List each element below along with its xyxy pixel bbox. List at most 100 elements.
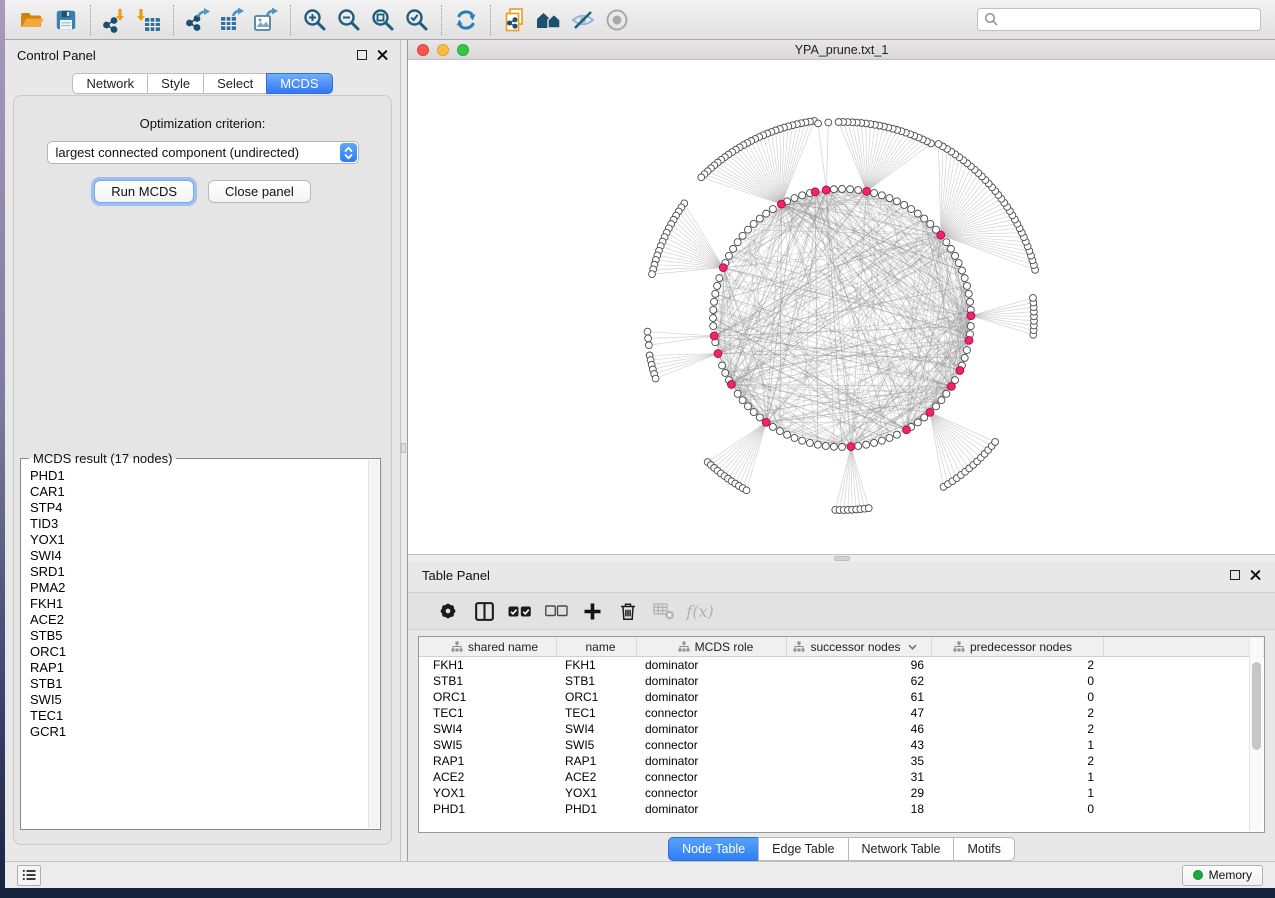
zoom-out-button[interactable] (332, 4, 366, 36)
graph-hub-node[interactable] (926, 408, 934, 416)
graph-node[interactable] (649, 271, 656, 278)
graph-node[interactable] (710, 306, 717, 313)
graph-node[interactable] (961, 354, 968, 361)
graph-node[interactable] (921, 215, 928, 222)
open-button[interactable] (15, 4, 49, 36)
tab-mcds[interactable]: MCDS (266, 73, 332, 94)
graph-node[interactable] (878, 192, 885, 199)
float-panel-icon[interactable] (1230, 570, 1240, 580)
mcds-result-item[interactable]: GCR1 (30, 724, 380, 740)
hide-eye-button[interactable] (566, 4, 600, 36)
graph-node[interactable] (698, 174, 705, 181)
graph-hub-node[interactable] (847, 443, 855, 451)
graph-node[interactable] (756, 215, 763, 222)
graph-node[interactable] (914, 419, 921, 426)
tab-node-table[interactable]: Node Table (668, 837, 759, 861)
memory-button[interactable]: Memory (1182, 865, 1263, 886)
network-home-button[interactable] (532, 4, 566, 36)
delete-column-button[interactable] (610, 596, 646, 626)
graph-node[interactable] (734, 239, 741, 246)
network-canvas[interactable] (408, 60, 1275, 555)
zoom-in-button[interactable] (298, 4, 332, 36)
close-panel-icon[interactable] (1250, 570, 1261, 581)
task-history-button[interactable] (17, 865, 41, 886)
graph-node[interactable] (645, 335, 652, 342)
graph-node[interactable] (744, 403, 751, 410)
graph-node[interactable] (830, 443, 837, 450)
graph-node[interactable] (756, 414, 763, 421)
column-header-name[interactable]: name (557, 637, 637, 656)
horizontal-splitter[interactable] (408, 555, 1275, 562)
mcds-result-item[interactable]: SRD1 (30, 564, 380, 580)
tab-select[interactable]: Select (203, 73, 267, 94)
graph-node[interactable] (806, 439, 813, 446)
graph-hub-node[interactable] (778, 200, 786, 208)
tab-network-table[interactable]: Network Table (848, 837, 955, 861)
graph-hub-node[interactable] (719, 264, 727, 272)
graph-node[interactable] (943, 390, 950, 397)
graph-node[interactable] (743, 487, 750, 494)
graph-node[interactable] (961, 275, 968, 282)
graph-node[interactable] (952, 252, 959, 259)
graph-node[interactable] (722, 369, 729, 376)
graph-node[interactable] (933, 403, 940, 410)
table-row[interactable]: RAP1RAP1dominator352 (419, 753, 1264, 769)
graph-node[interactable] (855, 187, 862, 194)
graph-node[interactable] (710, 315, 717, 322)
table-row[interactable]: YOX1YOX1connector291 (419, 785, 1264, 801)
mcds-result-item[interactable]: PMA2 (30, 580, 380, 596)
graph-node[interactable] (966, 298, 973, 305)
table-row[interactable]: ACE2ACE2connector311 (419, 769, 1264, 785)
mcds-result-item[interactable]: PHD1 (30, 468, 380, 484)
mcds-result-item[interactable]: SWI5 (30, 692, 380, 708)
save-button[interactable] (49, 4, 83, 36)
graph-hub-node[interactable] (965, 337, 973, 345)
graph-node[interactable] (878, 437, 885, 444)
graph-node[interactable] (955, 260, 962, 267)
graph-node[interactable] (992, 439, 999, 446)
graph-hub-node[interactable] (822, 186, 830, 194)
zoom-fit-button[interactable] (366, 4, 400, 36)
refresh-button[interactable] (449, 4, 483, 36)
import-network-button[interactable] (98, 4, 132, 36)
graph-hub-node[interactable] (956, 367, 964, 375)
graph-hub-node[interactable] (728, 381, 736, 389)
graph-node[interactable] (791, 434, 798, 441)
table-row[interactable]: SWI5SWI5connector431 (419, 737, 1264, 753)
mcds-result-item[interactable]: ORC1 (30, 644, 380, 660)
graph-node[interactable] (839, 444, 846, 451)
column-layout-button[interactable] (466, 596, 502, 626)
graph-node[interactable] (958, 267, 965, 274)
table-row[interactable]: FKH1FKH1dominator962 (419, 657, 1264, 673)
graph-node[interactable] (739, 397, 746, 404)
graph-node[interactable] (871, 439, 878, 446)
splitter-grip[interactable] (834, 556, 850, 561)
mcds-result-item[interactable]: STB1 (30, 676, 380, 692)
graph-node[interactable] (784, 431, 791, 438)
graph-hub-node[interactable] (903, 426, 911, 434)
function-builder-button[interactable]: f(x) (682, 596, 718, 626)
graph-node[interactable] (855, 442, 862, 449)
close-panel-icon[interactable] (377, 50, 388, 61)
network-graph[interactable] (408, 60, 1275, 554)
select-all-button[interactable] (502, 596, 538, 626)
table-row[interactable]: PHD1PHD1dominator180 (419, 801, 1264, 817)
graph-node[interactable] (847, 186, 854, 193)
table-row[interactable]: STB1STB1dominator620 (419, 673, 1264, 689)
graph-node[interactable] (893, 431, 900, 438)
settings-gear-button[interactable] (430, 596, 466, 626)
graph-node[interactable] (711, 298, 718, 305)
column-header-shared-name[interactable]: shared name (419, 637, 557, 656)
graph-node[interactable] (815, 120, 822, 127)
graph-node[interactable] (914, 210, 921, 217)
graph-hub-node[interactable] (937, 231, 945, 239)
add-column-button[interactable] (574, 596, 610, 626)
mcds-result-item[interactable]: CAR1 (30, 484, 380, 500)
table-scrollbar[interactable] (1249, 638, 1263, 831)
vertical-splitter[interactable] (401, 40, 407, 861)
graph-hub-node[interactable] (863, 187, 871, 195)
mcds-result-item[interactable]: STP4 (30, 500, 380, 516)
mcds-result-item[interactable]: TID3 (30, 516, 380, 532)
graph-node[interactable] (710, 323, 717, 330)
search-box[interactable] (977, 8, 1261, 31)
